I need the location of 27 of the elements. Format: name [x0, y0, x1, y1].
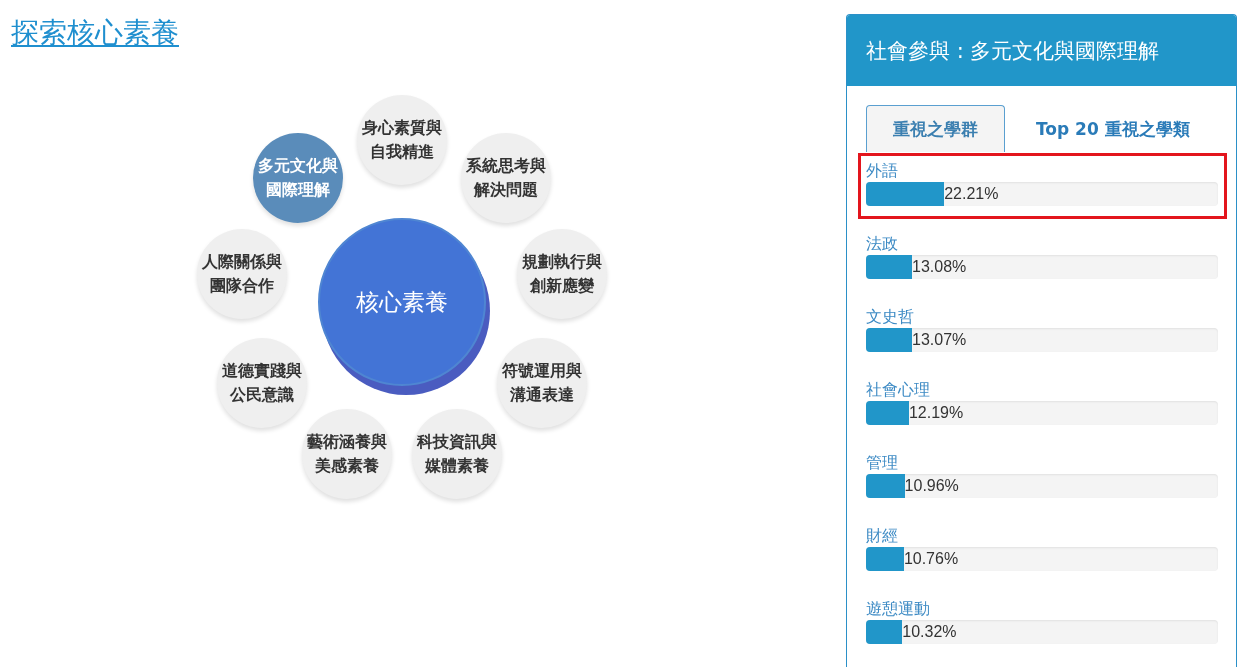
group-label: 財經	[866, 525, 898, 547]
group-label: 法政	[866, 233, 898, 255]
topic-node[interactable]: 多元文化與國際理解	[252, 132, 343, 223]
topic-node[interactable]: 規劃執行與創新應變	[516, 228, 607, 319]
percent-label: 13.08%	[912, 257, 967, 277]
percent-label: 13.07%	[912, 330, 967, 350]
topic-node[interactable]: 藝術涵養與美感素養	[301, 409, 392, 500]
topic-node[interactable]: 符號運用與溝通表達	[497, 338, 588, 428]
group-label: 社會心理	[866, 379, 930, 401]
group-label: 文史哲	[866, 306, 914, 328]
percent-label: 10.32%	[902, 622, 957, 642]
topic-node[interactable]: 科技資訊與媒體素養	[412, 409, 503, 500]
title-link[interactable]: 探索核心素養	[11, 16, 179, 49]
group-label: 管理	[866, 452, 898, 474]
group-label: 遊憩運動	[866, 598, 930, 620]
topic-node[interactable]: 系統思考與解決問題	[461, 132, 552, 223]
tab[interactable]: 重視之學群	[866, 105, 1005, 152]
group-label: 外語	[866, 160, 898, 182]
panel-title: 社會參與 : 多元文化與國際理解	[866, 37, 1160, 65]
tab[interactable]: Top 20 重視之學類	[1009, 105, 1217, 152]
percent-label: 10.96%	[904, 476, 959, 496]
percent-label: 10.76%	[903, 549, 959, 569]
topic-node[interactable]: 人際關係與團隊合作	[197, 228, 288, 319]
percent-label: 22.21%	[944, 184, 999, 204]
percent-label: 12.19%	[908, 403, 964, 423]
topic-node[interactable]: 道德實踐與公民意識	[216, 338, 307, 428]
topic-node[interactable]: 身心素質與自我精進	[357, 95, 447, 185]
